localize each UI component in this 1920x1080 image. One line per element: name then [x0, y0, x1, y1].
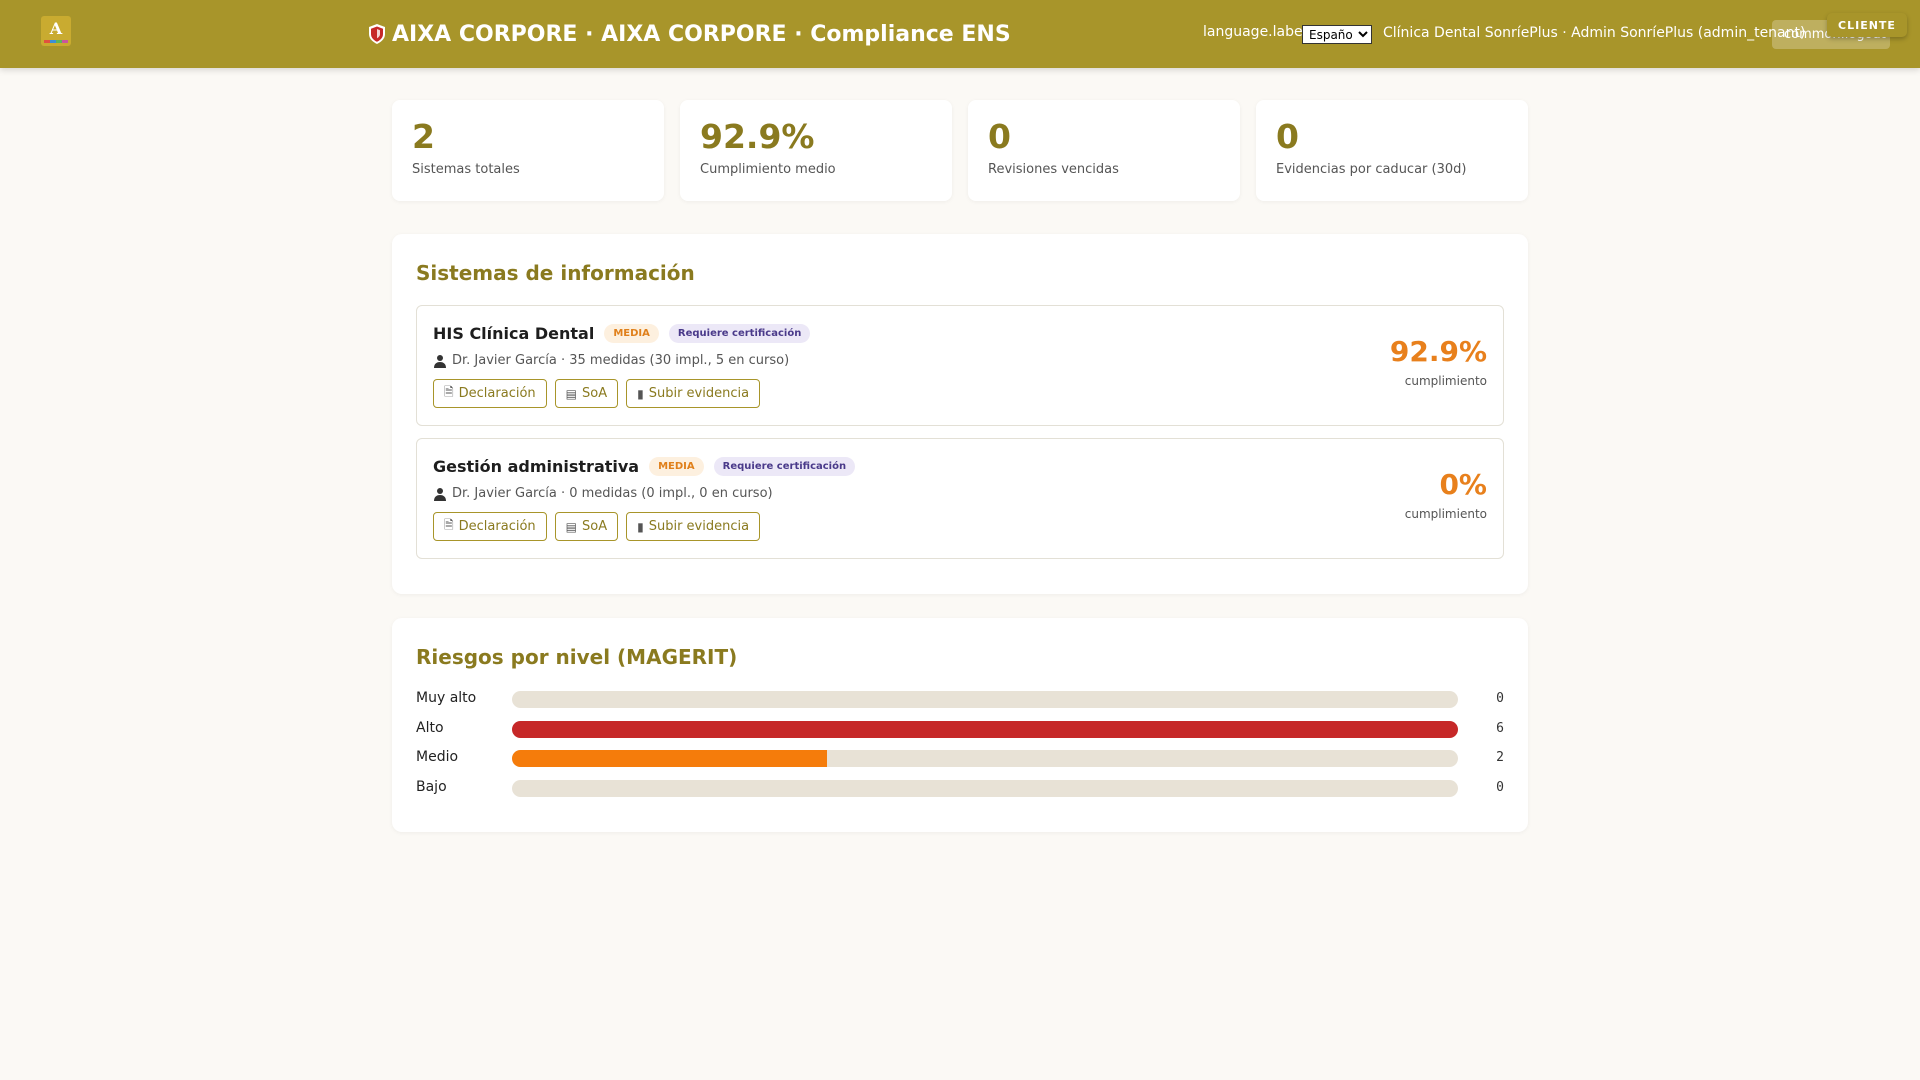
person-icon — [434, 487, 446, 501]
stat-value: 0 — [988, 117, 1011, 156]
system-meta-text: Dr. Javier García · 0 medidas (0 impl., … — [452, 486, 773, 501]
declaration-button[interactable]: 🗎 Declaración — [433, 379, 547, 408]
declaration-label: Declaración — [458, 519, 536, 534]
risk-row-very-high: Muy alto 0 — [416, 689, 1504, 709]
document-icon: 🗎 — [444, 385, 454, 399]
upload-evidence-button[interactable]: ▮ Subir evidencia — [626, 379, 761, 408]
compliance-label: cumplimiento — [1404, 507, 1487, 521]
system-card: HIS Clínica Dental MEDIA Requiere certif… — [416, 305, 1504, 426]
logo-glyph: A — [49, 19, 63, 38]
app-title-text: AIXA CORPORE · AIXA CORPORE · Compliance… — [392, 21, 1011, 47]
systems-panel-title: Sistemas de información — [416, 261, 695, 285]
risk-bar-fill — [512, 750, 828, 767]
risk-bar-track — [512, 750, 1458, 767]
logo-stripe — [44, 40, 68, 43]
top-bar: A AIXA CORPORE · AIXA CORPORE · Complian… — [0, 0, 1920, 68]
language-label: language.label — [1203, 24, 1307, 40]
systems-panel: Sistemas de información HIS Clínica Dent… — [392, 234, 1528, 594]
system-actions: 🗎 Declaración ▤ SoA ▮ Subir evidencia — [433, 379, 761, 408]
stat-card-expiring-evidence: 0 Evidencias por caducar (30d) — [1256, 100, 1528, 201]
clipboard-icon: ▤ — [565, 386, 577, 401]
role-badge: CLIENTE — [1827, 13, 1907, 37]
risk-bar-fill — [512, 721, 1458, 738]
soa-button[interactable]: ▤ SoA — [554, 512, 619, 541]
stat-card-total-systems: 2 Sistemas totales — [392, 100, 664, 201]
system-score: 0% cumplimiento — [1404, 468, 1487, 522]
soa-button[interactable]: ▤ SoA — [554, 379, 619, 408]
stat-value: 92.9% — [700, 117, 815, 156]
upload-evidence-label: Subir evidencia — [648, 519, 750, 534]
stat-card-avg-compliance: 92.9% Cumplimiento medio — [680, 100, 952, 201]
person-icon — [434, 354, 446, 368]
soa-label: SoA — [582, 386, 608, 401]
app-logo-icon[interactable]: A — [41, 16, 71, 46]
risk-level-label: Alto — [416, 720, 444, 736]
risk-row-high: Alto 6 — [416, 719, 1504, 739]
certification-badge: Requiere certificación — [713, 457, 856, 476]
level-badge: MEDIA — [604, 324, 659, 343]
soa-label: SoA — [582, 519, 608, 534]
risk-count: 6 — [1496, 721, 1504, 736]
document-icon: 🗎 — [444, 518, 454, 532]
risk-panel-title: Riesgos por nivel (MAGERIT) — [416, 645, 738, 669]
clipboard-icon: ▤ — [565, 519, 577, 534]
stat-label: Revisiones vencidas — [988, 162, 1119, 177]
system-actions: 🗎 Declaración ▤ SoA ▮ Subir evidencia — [433, 512, 761, 541]
system-score: 92.9% cumplimiento — [1389, 335, 1487, 389]
paperclip-icon: ▮ — [637, 386, 644, 401]
system-card: Gestión administrativa MEDIA Requiere ce… — [416, 438, 1504, 559]
language-select[interactable]: Español — [1302, 25, 1372, 44]
risk-bar-track — [512, 721, 1458, 738]
app-title: AIXA CORPORE · AIXA CORPORE · Compliance… — [368, 19, 1011, 49]
risk-bar-track — [512, 780, 1458, 797]
compliance-percent: 0% — [1439, 468, 1487, 501]
stat-label: Evidencias por caducar (30d) — [1276, 162, 1467, 177]
risk-count: 2 — [1496, 750, 1504, 765]
system-meta: Dr. Javier García · 0 medidas (0 impl., … — [433, 486, 773, 501]
compliance-label: cumplimiento — [1404, 374, 1487, 388]
stat-label: Sistemas totales — [412, 162, 520, 177]
risk-level-label: Bajo — [416, 779, 447, 795]
declaration-button[interactable]: 🗎 Declaración — [433, 512, 547, 541]
declaration-label: Declaración — [458, 386, 536, 401]
system-meta: Dr. Javier García · 35 medidas (30 impl.… — [433, 353, 789, 368]
stat-label: Cumplimiento medio — [700, 162, 836, 177]
risk-panel: Riesgos por nivel (MAGERIT) Muy alto 0 A… — [392, 618, 1528, 832]
system-name[interactable]: Gestión administrativa — [433, 457, 639, 476]
paperclip-icon: ▮ — [637, 519, 644, 534]
system-name-row: Gestión administrativa MEDIA Requiere ce… — [433, 457, 856, 476]
shield-icon — [369, 24, 385, 44]
risk-bar-track — [512, 691, 1458, 708]
upload-evidence-button[interactable]: ▮ Subir evidencia — [626, 512, 761, 541]
user-info: Clínica Dental SonríePlus · Admin Sonríe… — [1383, 25, 1806, 41]
risk-count: 0 — [1496, 780, 1504, 795]
stat-card-overdue-reviews: 0 Revisiones vencidas — [968, 100, 1240, 201]
certification-badge: Requiere certificación — [668, 324, 811, 343]
risk-level-label: Muy alto — [416, 690, 477, 706]
risk-row-medium: Medio 2 — [416, 748, 1504, 768]
compliance-percent: 92.9% — [1389, 335, 1487, 368]
upload-evidence-label: Subir evidencia — [648, 386, 750, 401]
stat-value: 0 — [1276, 117, 1299, 156]
risk-row-low: Bajo 0 — [416, 778, 1504, 798]
risk-level-label: Medio — [416, 749, 459, 765]
stat-value: 2 — [412, 117, 435, 156]
system-name[interactable]: HIS Clínica Dental — [433, 324, 594, 343]
system-name-row: HIS Clínica Dental MEDIA Requiere certif… — [433, 324, 811, 343]
level-badge: MEDIA — [649, 457, 704, 476]
risk-count: 0 — [1496, 691, 1504, 706]
system-meta-text: Dr. Javier García · 35 medidas (30 impl.… — [452, 353, 790, 368]
